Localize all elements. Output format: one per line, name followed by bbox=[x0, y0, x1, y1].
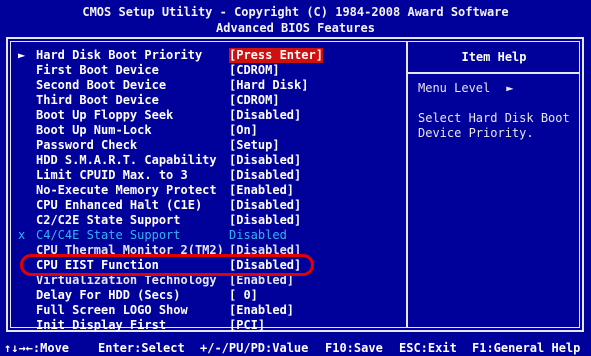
help-description: Select Hard Disk Boot Device Priority. bbox=[418, 111, 570, 140]
menu-item-full-screen-logo-show[interactable]: Full Screen LOGO Show [Enabled] bbox=[18, 303, 408, 318]
submenu-arrow-icon: ► bbox=[18, 48, 26, 62]
menu-item-label: No-Execute Memory Protect bbox=[36, 183, 217, 197]
menu-item-label: Init Display First bbox=[36, 318, 167, 332]
menu-item-cpu-enhanced-halt[interactable]: CPU Enhanced Halt (C1E) [Disabled] bbox=[18, 198, 408, 213]
menu-item-value[interactable]: [Disabled] bbox=[229, 198, 301, 213]
menu-item-second-boot-device[interactable]: Second Boot Device [Hard Disk] bbox=[18, 78, 408, 93]
menu-item-label: Hard Disk Boot Priority bbox=[36, 48, 203, 62]
menu-level-label: Menu Level bbox=[418, 81, 491, 95]
annotation-circle bbox=[20, 254, 314, 276]
menu-item-hdd-smart-capability[interactable]: HDD S.M.A.R.T. Capability [Disabled] bbox=[18, 153, 408, 168]
menu-item-delay-for-hdd[interactable]: Delay For HDD (Secs) [ 0] bbox=[18, 288, 408, 303]
menu-item-password-check[interactable]: Password Check [Setup] bbox=[18, 138, 408, 153]
menu-item-label: First Boot Device bbox=[36, 63, 159, 77]
legend-help: F1:General Help bbox=[472, 341, 581, 355]
menu-item-label: Delay For HDD (Secs) bbox=[36, 288, 181, 302]
legend-save: F10:Save bbox=[325, 341, 383, 355]
menu-item-boot-up-floppy-seek[interactable]: Boot Up Floppy Seek [Disabled] bbox=[18, 108, 408, 123]
menu-item-hard-disk-boot-priority[interactable]: ► Hard Disk Boot Priority [Press Enter] bbox=[18, 48, 408, 63]
menu-item-value[interactable]: [Disabled] bbox=[229, 108, 301, 123]
bios-title: CMOS Setup Utility - Copyright (C) 1984-… bbox=[82, 5, 509, 19]
menu-item-value[interactable]: [Press Enter] bbox=[229, 48, 323, 63]
menu-item-value[interactable]: [Hard Disk] bbox=[229, 78, 308, 93]
menu-item-label: C2/C2E State Support bbox=[36, 213, 181, 227]
menu-item-value[interactable]: [Setup] bbox=[229, 138, 280, 153]
key-legend-bar: ↑↓→←:Move Enter:Select +/-/PU/PD:Value F… bbox=[0, 341, 591, 356]
bios-screen: CMOS Setup Utility - Copyright (C) 1984-… bbox=[0, 0, 591, 356]
legend-select: Enter:Select bbox=[98, 341, 185, 355]
help-panel-title: Item Help bbox=[461, 50, 527, 64]
menu-item-first-boot-device[interactable]: First Boot Device [CDROM] bbox=[18, 63, 408, 78]
legend-value: +/-/PU/PD:Value bbox=[200, 341, 309, 355]
menu-item-label: Third Boot Device bbox=[36, 93, 159, 107]
menu-item-label: Full Screen LOGO Show bbox=[36, 303, 188, 317]
menu-item-third-boot-device[interactable]: Third Boot Device [CDROM] bbox=[18, 93, 408, 108]
menu-item-label: Boot Up Num-Lock bbox=[36, 123, 152, 137]
menu-item-value[interactable]: [CDROM] bbox=[229, 63, 280, 78]
menu-item-value[interactable]: [ 0] bbox=[229, 288, 258, 303]
menu-item-label: Boot Up Floppy Seek bbox=[36, 108, 174, 122]
menu-item-value[interactable]: [Disabled] bbox=[229, 168, 301, 183]
legend-exit: ESC:Exit bbox=[399, 341, 457, 355]
menu-item-init-display-first[interactable]: Init Display First [PCI] bbox=[18, 318, 408, 333]
menu-level-arrow-icon: ► bbox=[506, 81, 514, 95]
menu-item-c2-c2e-state-support[interactable]: C2/C2E State Support [Disabled] bbox=[18, 213, 408, 228]
menu-item-label: Limit CPUID Max. to 3 bbox=[36, 168, 188, 182]
help-menu-level: Menu Level ► bbox=[418, 81, 513, 95]
help-title-separator bbox=[408, 72, 580, 74]
menu-item-label: HDD S.M.A.R.T. Capability bbox=[36, 153, 217, 167]
legend-move: ↑↓→←:Move bbox=[4, 341, 70, 355]
menu-item-label: Password Check bbox=[36, 138, 138, 152]
page-title: Advanced BIOS Features bbox=[216, 21, 375, 35]
menu-item-label: C4/C4E State Support bbox=[36, 228, 181, 242]
menu-item-no-execute-memory-protect[interactable]: No-Execute Memory Protect [Enabled] bbox=[18, 183, 408, 198]
menu-item-limit-cpuid[interactable]: Limit CPUID Max. to 3 [Disabled] bbox=[18, 168, 408, 183]
menu-item-value: Disabled bbox=[229, 228, 287, 242]
unavailable-x-icon: x bbox=[18, 228, 26, 242]
settings-menu: ► Hard Disk Boot Priority [Press Enter] … bbox=[18, 48, 408, 333]
menu-item-value[interactable]: [On] bbox=[229, 123, 258, 138]
menu-item-boot-up-num-lock[interactable]: Boot Up Num-Lock [On] bbox=[18, 123, 408, 138]
bios-header: CMOS Setup Utility - Copyright (C) 1984-… bbox=[0, 4, 591, 36]
menu-item-label: Second Boot Device bbox=[36, 78, 167, 92]
menu-item-value[interactable]: [PCI] bbox=[229, 318, 265, 333]
menu-item-value[interactable]: [Enabled] bbox=[229, 183, 294, 198]
menu-item-c4-c4e-state-support: x C4/C4E State Support Disabled bbox=[18, 228, 408, 243]
menu-item-value[interactable]: [Disabled] bbox=[229, 153, 301, 168]
menu-item-label: CPU Enhanced Halt (C1E) bbox=[36, 198, 203, 212]
menu-item-value[interactable]: [Enabled] bbox=[229, 303, 294, 318]
menu-item-value[interactable]: [CDROM] bbox=[229, 93, 280, 108]
menu-item-value[interactable]: [Disabled] bbox=[229, 213, 301, 228]
